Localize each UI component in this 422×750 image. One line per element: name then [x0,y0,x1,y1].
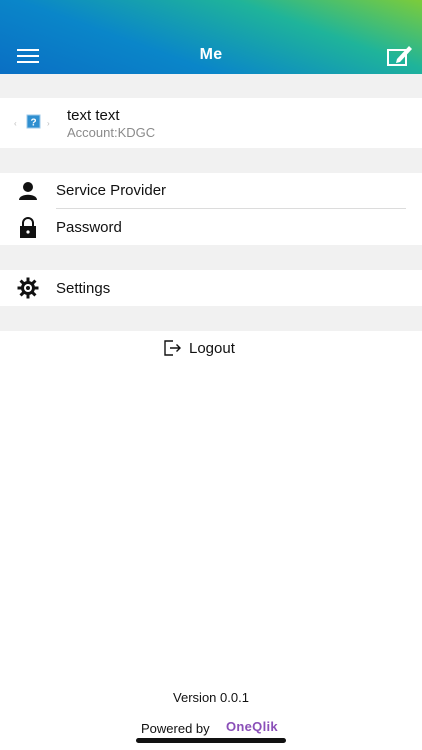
menu-item-service-provider[interactable]: Service Provider [0,173,422,208]
logout-button[interactable]: Logout [0,331,422,365]
profile-account: Account:KDGC [67,125,156,140]
section-gap [0,245,422,270]
me-screen: Me ‹ ? › text text Account:KDGC Service … [0,0,422,750]
menu-item-settings[interactable]: Settings [0,270,422,306]
section-gap [0,148,422,173]
settings-label: Settings [56,280,111,297]
logout-label: Logout [189,340,235,357]
brand-logo[interactable]: OneQlik [226,719,278,734]
menu-item-password[interactable]: Password [0,209,422,245]
service-provider-label: Service Provider [56,182,167,199]
profile-card[interactable]: ‹ ? › text text Account:KDGC [0,98,422,148]
section-gap [0,306,422,331]
powered-by-text: Powered by [141,721,210,736]
home-indicator[interactable] [136,738,286,743]
svg-text:?: ? [31,118,37,129]
logout-icon [164,340,182,356]
gear-icon [17,277,39,299]
svg-text:‹: ‹ [14,119,17,128]
version-text: Version 0.0.1 [173,690,249,705]
edit-note-icon[interactable] [387,44,413,66]
password-label: Password [56,219,122,236]
svg-text:›: › [47,119,50,128]
app-header: Me [0,0,422,74]
person-icon [17,180,39,202]
profile-name: text text [67,107,120,124]
question-avatar-icon: ‹ ? › [14,112,54,132]
lock-icon [17,217,39,239]
page-title: Me [199,46,223,63]
section-gap [0,74,422,98]
